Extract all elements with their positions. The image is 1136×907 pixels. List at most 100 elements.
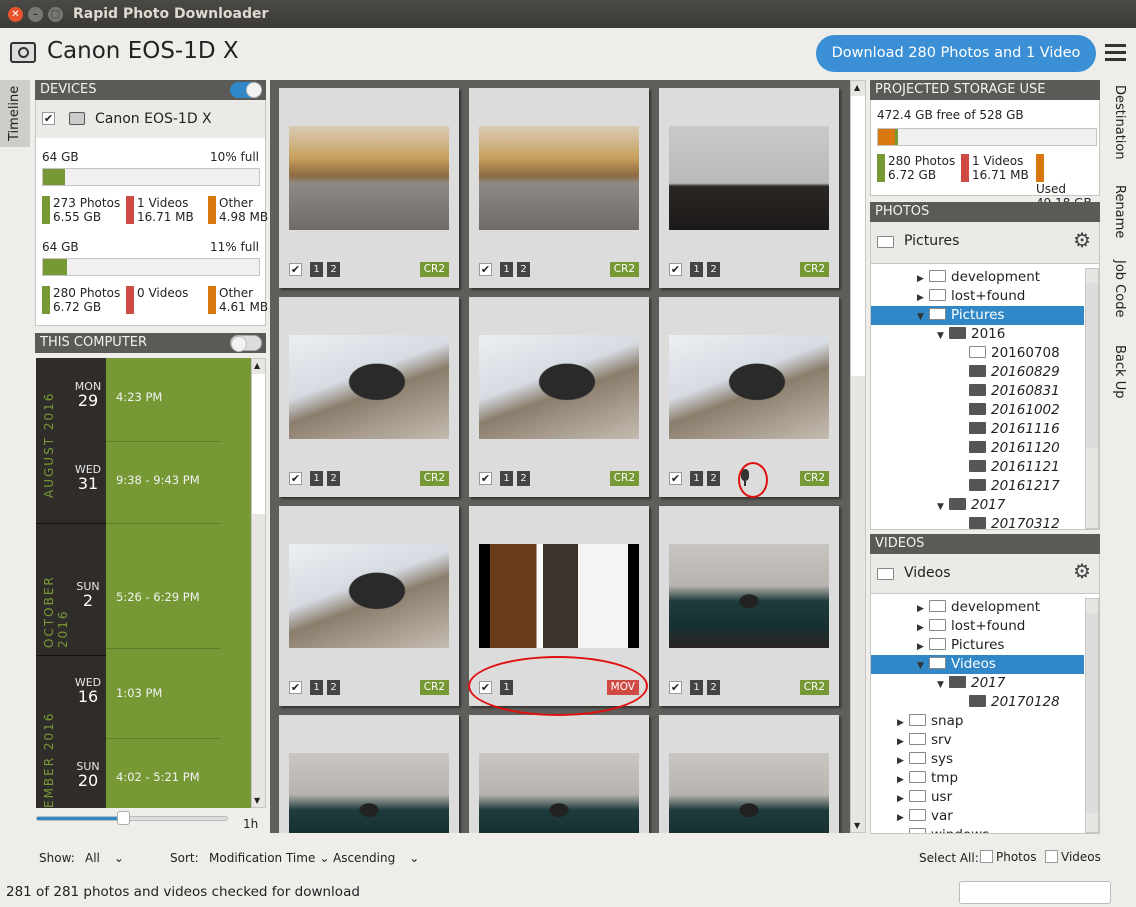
photo-card[interactable]: ✔12CR2 [659,506,839,706]
progress-field [959,881,1111,904]
download-checkbox[interactable]: ✔ [289,263,302,276]
timeline: ▲ ▼ MON 29 4:23 PM WED 31 9:38 - 9:43 PM … [36,358,266,808]
device-name: Canon EOS-1D X [95,111,212,127]
tree-scrollbar[interactable] [1085,598,1099,833]
folder-icon [949,498,966,510]
folder-item[interactable]: 20160708 [871,344,1084,363]
tab-job-code[interactable]: Job Code [1112,260,1127,317]
photo-card[interactable]: ✔12CR2 [469,88,649,288]
folder-item[interactable]: ▶ tmp [871,769,1084,788]
timeline-zoom-slider[interactable] [36,811,228,825]
legend-photos: 280 Photos 6.72 GB [42,286,120,314]
order-dropdown[interactable]: Ascending ⌄ [333,851,419,865]
photo-card[interactable]: ✔12CR2 [279,506,459,706]
gear-icon[interactable]: ⚙ [1073,228,1091,252]
photo-card[interactable]: ✔12CR2 [659,715,839,833]
folder-item[interactable]: 20170128 [871,693,1084,712]
download-checkbox[interactable]: ✔ [479,263,492,276]
thumbnail-image [669,126,829,230]
gear-icon[interactable]: ⚙ [1073,559,1091,583]
storage-full: 10% full [210,150,259,164]
folder-item[interactable]: ▶ lost+found [871,617,1084,636]
backup-badge: 2 [517,262,530,277]
thumbnail-image [289,335,449,439]
photo-card[interactable]: ✔12CR2 [469,297,649,497]
folder-item[interactable]: 20160829 [871,363,1084,382]
select-all-photos[interactable]: Photos [980,850,1036,864]
photos-folder-tree: ▶ development ▶ lost+found ▼ Pictures ▼ 2016 201… [870,264,1100,530]
folder-icon [929,600,946,612]
file-type-badge: CR2 [419,471,449,486]
folder-icon [969,403,986,415]
tab-rename[interactable]: Rename [1112,185,1127,238]
photo-card[interactable]: ✔12CR2 [279,297,459,497]
folder-item[interactable]: ▶windows [871,826,1084,833]
folder-item[interactable]: ▶ var [871,807,1084,826]
thumbnail-image [289,753,449,833]
sort-dropdown[interactable]: Modification Time ⌄ [209,851,329,865]
folder-icon [909,752,926,764]
folder-item[interactable]: ▶ development [871,268,1084,287]
devices-toggle[interactable] [230,82,262,98]
download-checkbox[interactable]: ✔ [289,681,302,694]
grid-scrollbar[interactable]: ▲ ▼ [850,80,866,833]
folder-item[interactable]: ▶ lost+found [871,287,1084,306]
tab-back-up[interactable]: Back Up [1112,345,1127,398]
folder-item[interactable]: ▼ 2016 [871,325,1084,344]
backup-badge: 1 [690,680,703,695]
folder-item[interactable]: 20170312 [871,515,1084,529]
folder-item[interactable]: ▼ Pictures [871,306,1084,325]
photo-card[interactable]: ✔12CR2 [279,88,459,288]
folder-item[interactable]: ▶ snap [871,712,1084,731]
storage-capacity: 64 GB [42,240,79,254]
close-button[interactable]: ✕ [8,7,23,22]
show-dropdown[interactable]: All ⌄ [85,851,124,865]
download-checkbox[interactable]: ✔ [669,681,682,694]
download-checkbox[interactable]: ✔ [669,472,682,485]
thumbnail-image [669,335,829,439]
thumbnail-image [479,335,639,439]
folder-item[interactable]: ▶ development [871,598,1084,617]
backup-badge: 2 [327,262,340,277]
folder-icon [909,809,926,821]
download-checkbox[interactable]: ✔ [289,472,302,485]
minimize-button[interactable]: – [28,7,43,22]
photo-card[interactable]: ✔12CR2 [469,715,649,833]
backup-badge: 2 [707,262,720,277]
download-button[interactable]: Download 280 Photos and 1 Video [816,35,1096,72]
device-checkbox[interactable]: ✔ [42,112,55,125]
folder-icon [969,460,986,472]
maximize-button[interactable]: □ [48,7,63,22]
folder-item[interactable]: 20161217 [871,477,1084,496]
menu-icon[interactable] [1105,44,1126,61]
folder-icon [929,657,946,669]
folder-item[interactable]: ▶ Pictures [871,636,1084,655]
legend-videos: 1 Videos 16.71 MB [126,196,194,224]
folder-item[interactable]: ▼ Videos [871,655,1084,674]
tree-scrollbar[interactable] [1085,268,1099,529]
thumbnail-image [289,126,449,230]
folder-item[interactable]: 20160831 [871,382,1084,401]
folder-item[interactable]: ▶ usr [871,788,1084,807]
folder-icon [969,441,986,453]
download-checkbox[interactable]: ✔ [479,472,492,485]
folder-item[interactable]: ▶ srv [871,731,1084,750]
expand-right-icon[interactable]: ▶ [897,828,909,833]
folder-item[interactable]: 20161116 [871,420,1084,439]
folder-icon [969,346,986,358]
folder-item[interactable]: ▼ 2017 [871,496,1084,515]
folder-icon [949,676,966,688]
folder-item[interactable]: ▼ 2017 [871,674,1084,693]
photo-card[interactable]: ✔12CR2 [279,715,459,833]
folder-item[interactable]: 20161121 [871,458,1084,477]
select-all-videos[interactable]: Videos [1045,850,1101,864]
timeline-scrollbar[interactable]: ▲ ▼ [251,358,266,808]
tab-timeline[interactable]: Timeline [0,80,30,147]
folder-item[interactable]: 20161120 [871,439,1084,458]
folder-item[interactable]: ▶ sys [871,750,1084,769]
photo-card[interactable]: ✔12CR2 [659,88,839,288]
tab-destination[interactable]: Destination [1112,85,1127,160]
this-computer-toggle[interactable] [230,335,262,352]
folder-item[interactable]: 20161002 [871,401,1084,420]
download-checkbox[interactable]: ✔ [669,263,682,276]
